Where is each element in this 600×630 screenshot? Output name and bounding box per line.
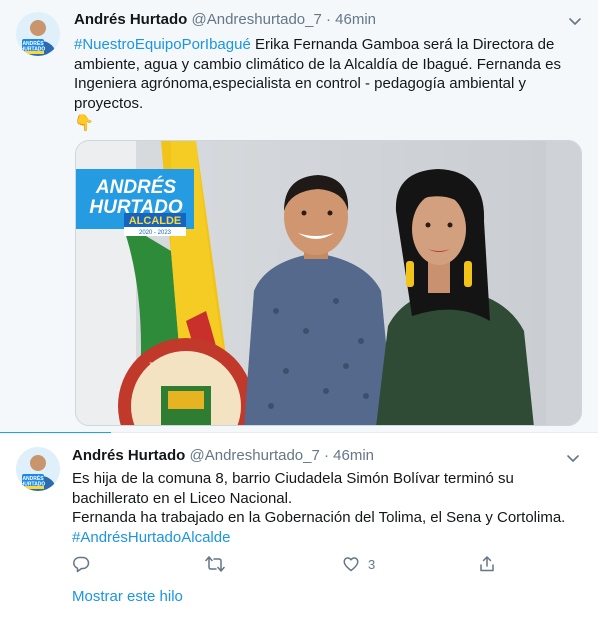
author-name[interactable]: Andrés Hurtado: [72, 447, 185, 464]
like-count: 3: [368, 556, 376, 572]
share-icon: [478, 555, 496, 573]
tweet-text-line: Fernanda ha trabajado en la Gobernación …: [72, 509, 566, 526]
tweet-1[interactable]: ANDRÉS HURTADO Andrés Hurtado @Andreshur…: [0, 0, 598, 433]
tweet-body: Es hija de la comuna 8, barrio Ciudadela…: [72, 469, 582, 547]
heart-icon: [342, 555, 360, 573]
seal-text: MUNICIPIO: [149, 359, 223, 374]
tweet-time[interactable]: 46min: [333, 447, 374, 464]
author-handle[interactable]: @Andreshurtado_7: [192, 11, 322, 28]
separator: ·: [326, 11, 331, 28]
reply-icon: [72, 555, 90, 573]
hashtag-link[interactable]: #NuestroEquipoPorIbagué: [74, 36, 251, 53]
reply-button[interactable]: [72, 552, 98, 576]
like-button[interactable]: 3: [342, 552, 375, 576]
share-button[interactable]: [478, 552, 496, 576]
tweet-text-line: bachillerato en el Liceo Nacional.: [72, 489, 293, 507]
chevron-down-icon[interactable]: [567, 13, 583, 29]
tweet-text-line: Es hija de la comuna 8, barrio Ciudadela…: [72, 470, 514, 487]
separator: ·: [324, 447, 329, 464]
tweet-header: Andrés Hurtado @Andreshurtado_7 · 46min: [74, 10, 376, 30]
pointing-down-emoji: 👇: [74, 115, 94, 132]
logo-line3: ALCALDE: [129, 215, 182, 227]
tweet-actions: 3: [72, 552, 572, 576]
avatar[interactable]: ANDRÉS HURTADO: [16, 447, 60, 491]
retweet-button[interactable]: [205, 552, 233, 576]
hashtag-link[interactable]: #AndrésHurtadoAlcalde: [72, 528, 582, 548]
retweet-icon: [205, 555, 225, 573]
author-handle[interactable]: @Andreshurtado_7: [190, 447, 320, 464]
tweet-header: Andrés Hurtado @Andreshurtado_7 · 46min: [72, 446, 374, 466]
logo-line1: ANDRÉS: [95, 176, 177, 198]
logo-years: 2020 - 2023: [139, 230, 172, 236]
tweet-time[interactable]: 46min: [335, 11, 376, 28]
tweet-photo[interactable]: MUNICIPIO ANDRÉS HURTADO ALCALDE 2020 - …: [75, 140, 582, 426]
chevron-down-icon[interactable]: [565, 450, 581, 466]
avatar[interactable]: ANDRÉS HURTADO: [16, 12, 60, 56]
author-name[interactable]: Andrés Hurtado: [74, 11, 187, 28]
show-thread-link[interactable]: Mostrar este hilo: [72, 588, 183, 605]
tweet-body: #NuestroEquipoPorIbagué Erika Fernanda G…: [74, 35, 574, 134]
